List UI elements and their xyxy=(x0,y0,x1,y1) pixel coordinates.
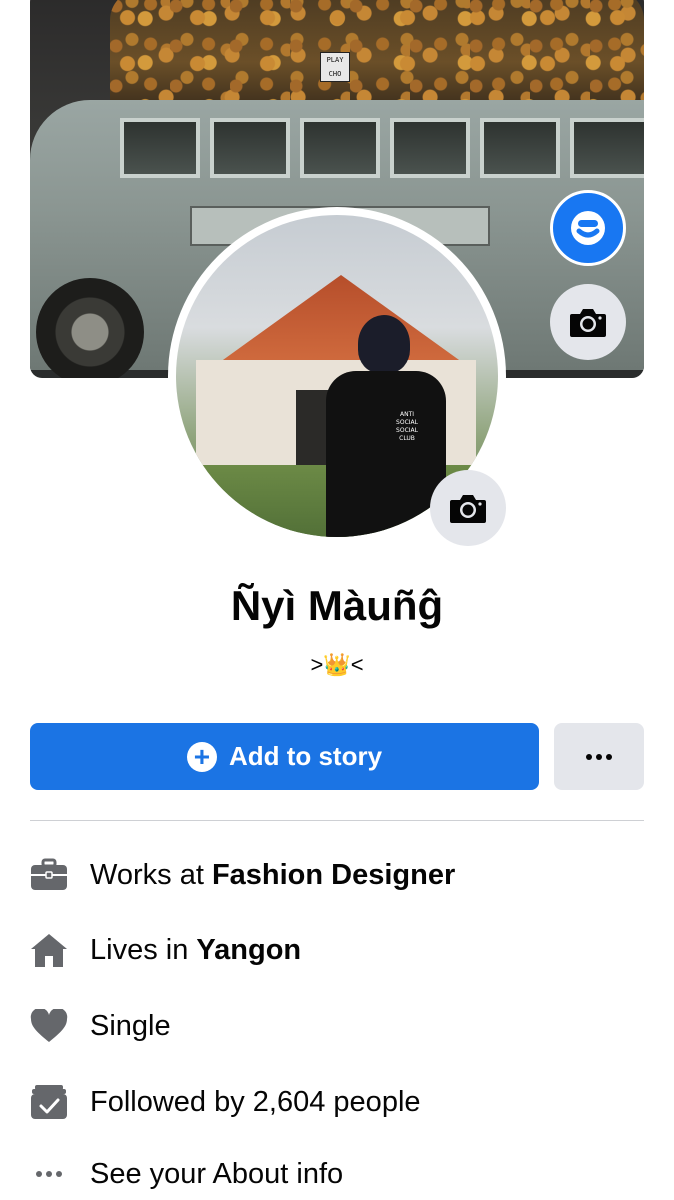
more-dots-icon xyxy=(586,753,592,760)
intro-about-link[interactable]: See your About info xyxy=(30,1152,650,1196)
photo-person-head xyxy=(358,315,410,373)
more-dot xyxy=(606,753,612,760)
more-dots-icon xyxy=(30,1155,68,1193)
heart-icon xyxy=(30,1007,68,1045)
cover-flowers xyxy=(110,0,644,110)
briefcase-icon xyxy=(30,856,68,894)
avatar-icon xyxy=(571,211,605,245)
intro-followers-label: Followed by 2,604 people xyxy=(90,1085,421,1118)
intro-relationship-label: Single xyxy=(90,1009,171,1042)
cover-bus-wheel xyxy=(36,278,144,378)
add-to-story-label: Add to story xyxy=(228,741,383,771)
edit-profile-picture-button[interactable] xyxy=(430,470,506,546)
followers-icon xyxy=(30,1083,68,1121)
photo-person-body xyxy=(326,371,446,537)
more-dot xyxy=(596,753,602,760)
camera-icon xyxy=(570,309,606,337)
shirt-logo: ANTI SOCIAL SOCIAL CLUB xyxy=(396,411,418,442)
intro-work-value[interactable]: Fashion Designer xyxy=(212,859,455,892)
more-options-button[interactable] xyxy=(554,723,644,790)
home-icon xyxy=(30,931,68,969)
intro-lives-value[interactable]: Yangon xyxy=(196,934,301,967)
cover-bus-windows xyxy=(120,118,644,178)
intro-about-label: See your About info xyxy=(90,1157,344,1190)
intro-work: Works at Fashion Designer xyxy=(30,853,650,897)
intro-lives: Lives in Yangon xyxy=(30,928,650,972)
avatar-shortcut-button[interactable] xyxy=(550,190,626,266)
section-divider xyxy=(30,820,644,821)
intro-followers[interactable]: Followed by 2,604 people xyxy=(30,1080,650,1124)
edit-cover-photo-button[interactable] xyxy=(550,284,626,360)
intro-work-prefix: Works at xyxy=(90,858,212,891)
intro-relationship: Single xyxy=(30,1004,650,1048)
profile-bio: >👑< xyxy=(310,652,364,677)
camera-icon xyxy=(450,495,486,523)
cover-tag: PLAY CHO xyxy=(320,52,350,82)
add-to-story-button[interactable]: + Add to story xyxy=(30,723,539,790)
photo-person: ANTI SOCIAL SOCIAL CLUB xyxy=(326,315,446,537)
profile-name: Ñyì Màuñĝ xyxy=(230,582,444,629)
plus-circle-icon: + xyxy=(186,741,217,772)
intro-lives-prefix: Lives in xyxy=(90,933,197,966)
